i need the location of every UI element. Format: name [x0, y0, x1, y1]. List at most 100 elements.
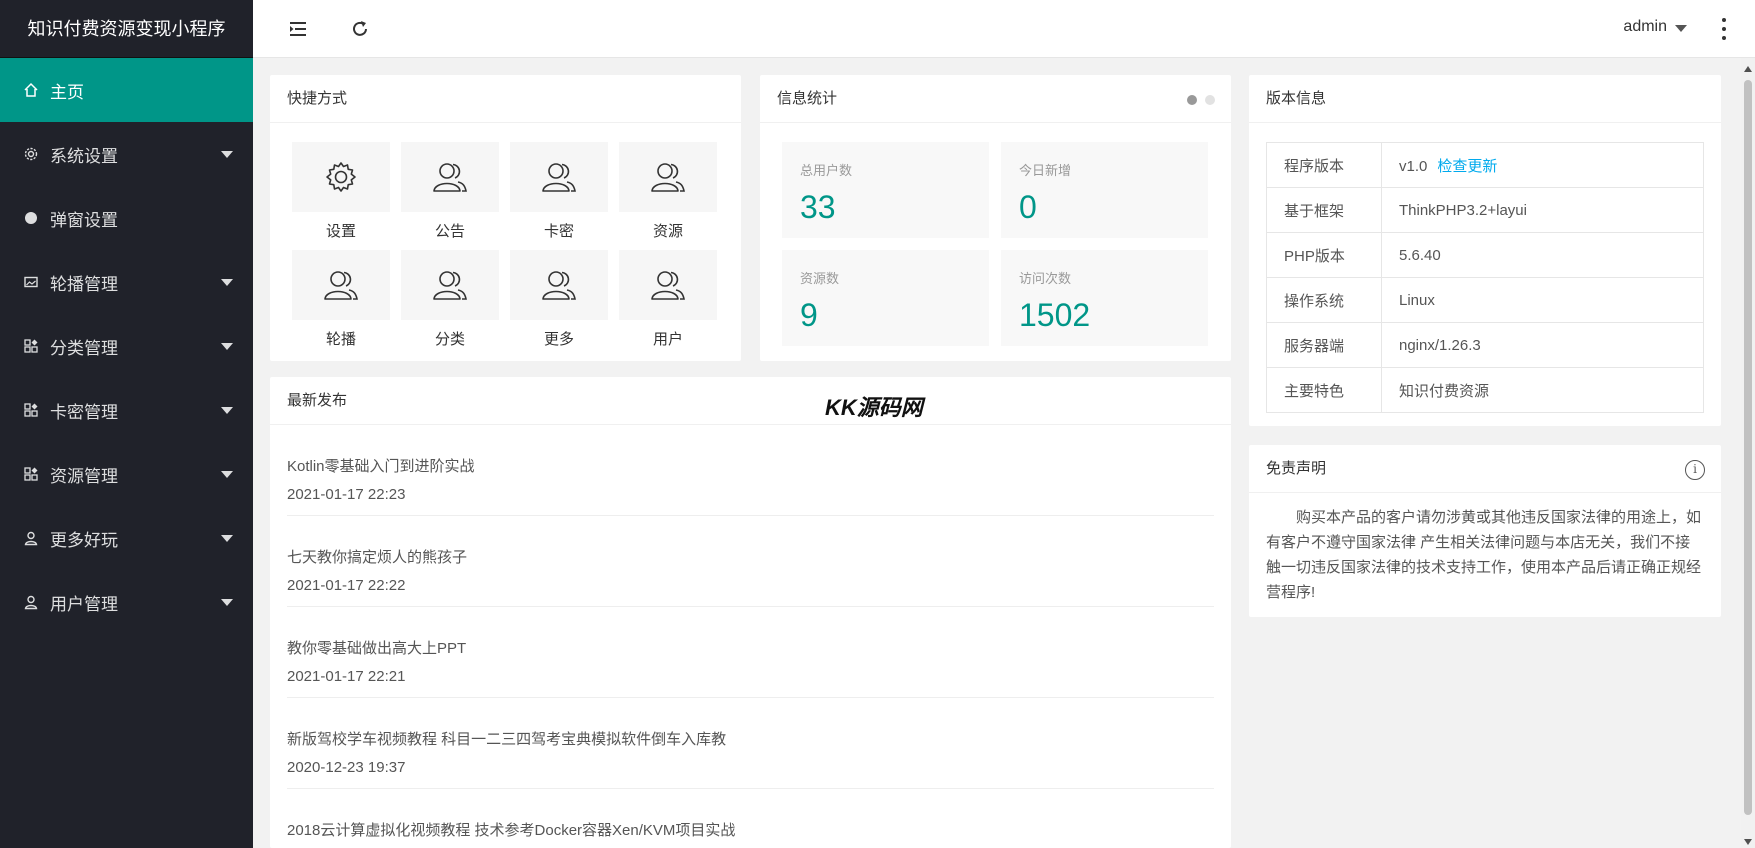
shortcut-label: 分类	[434, 331, 465, 348]
version-value: 5.6.40	[1399, 246, 1441, 264]
sidebar-item-3[interactable]: 轮播管理	[0, 250, 253, 314]
users-icon	[510, 142, 608, 212]
shortcut-item[interactable]: 设置	[292, 142, 390, 250]
stat-value: 9	[800, 297, 818, 333]
post-time: 2021-01-17 22:21	[287, 668, 406, 685]
carousel-dot-1[interactable]	[1187, 95, 1197, 105]
sidebar-item-8[interactable]: 用户管理	[0, 570, 253, 634]
sidebar-item-label: 更多好玩	[50, 530, 118, 550]
users-icon	[510, 250, 608, 320]
post-time: 2021-01-17 22:22	[287, 577, 406, 594]
apps-icon	[22, 337, 40, 355]
stat-tile: 资源数 9	[782, 250, 989, 346]
sidebar-item-7[interactable]: 更多好玩	[0, 506, 253, 570]
sidebar: 知识付费资源变现小程序 主页系统设置弹窗设置 轮播管理分类管理卡密管理 资源管理更多…	[0, 0, 253, 848]
version-value-cell: nginx/1.26.3	[1381, 322, 1704, 368]
table-row: 程序版本 v1.0 检查更新	[1266, 142, 1704, 188]
post-time: 2020-12-23 19:37	[287, 759, 406, 776]
version-info-card: 版本信息 程序版本 v1.0 检查更新 基于框架 ThinkPHP3.2+layui PH…	[1249, 75, 1721, 426]
list-item[interactable]: 2018云计算虚拟化视频教程 技术参考Docker容器Xen/KVM项目实战	[287, 789, 1214, 848]
scroll-thumb[interactable]	[1744, 80, 1752, 815]
info-icon[interactable]: i	[1685, 460, 1705, 480]
watermark: KK源码网	[825, 395, 923, 420]
stat-label: 资源数	[800, 271, 840, 286]
table-row: PHP版本 5.6.40	[1266, 232, 1704, 278]
shortcut-label: 卡密	[543, 223, 574, 240]
shortcuts-card: 快捷方式 设置 公告 卡密 资源 轮播 分类 更多 用户	[270, 75, 741, 361]
chevron-down-icon	[221, 535, 233, 542]
version-table: 程序版本 v1.0 检查更新 基于框架 ThinkPHP3.2+layui PHP版本 5.…	[1266, 142, 1704, 413]
sidebar-item-label: 用户管理	[50, 594, 118, 614]
scroll-down-arrow[interactable]	[1744, 839, 1752, 845]
user-menu[interactable]: admin	[1623, 18, 1687, 36]
shortcut-label: 用户	[652, 331, 683, 348]
app-title: 知识付费资源变现小程序	[0, 0, 253, 58]
sidebar-item-label: 分类管理	[50, 338, 118, 358]
home-icon	[22, 81, 40, 99]
stat-value: 33	[800, 189, 836, 225]
scroll-up-arrow[interactable]	[1744, 66, 1752, 72]
sidebar-item-2[interactable]: 弹窗设置	[0, 186, 253, 250]
chevron-down-icon	[221, 343, 233, 350]
chevron-down-icon	[221, 599, 233, 606]
version-value: 知识付费资源	[1399, 382, 1490, 400]
stat-label: 总用户数	[800, 163, 853, 178]
users-icon	[401, 142, 499, 212]
circle-icon	[22, 209, 40, 227]
shortcut-item[interactable]: 用户	[619, 250, 717, 358]
shortcut-item[interactable]: 资源	[619, 142, 717, 250]
users-icon	[292, 250, 390, 320]
sidebar-item-label: 系统设置	[50, 146, 118, 166]
post-title[interactable]: 2018云计算虚拟化视频教程 技术参考Docker容器Xen/KVM项目实战	[287, 819, 1214, 840]
shortcut-label: 设置	[325, 223, 356, 240]
page-scrollbar[interactable]	[1741, 58, 1755, 848]
version-value-cell: ThinkPHP3.2+layui	[1381, 187, 1704, 233]
chevron-down-icon	[221, 471, 233, 478]
shortcut-item[interactable]: 分类	[401, 250, 499, 358]
list-item[interactable]: Kotlin零基础入门到进阶实战 2021-01-17 22:23	[287, 425, 1214, 516]
shortcut-label: 轮播	[325, 331, 356, 348]
table-row: 操作系统 Linux	[1266, 277, 1704, 323]
version-key: PHP版本	[1266, 232, 1382, 278]
collapse-sidebar-button[interactable]	[285, 16, 311, 42]
version-value-cell: Linux	[1381, 277, 1704, 323]
post-title[interactable]: 新版驾校学车视频教程 科目一二三四驾考宝典模拟软件倒车入库教	[287, 728, 1214, 749]
sidebar-item-4[interactable]: 分类管理	[0, 314, 253, 378]
check-update-link[interactable]: 检查更新	[1437, 158, 1497, 175]
card-title: 最新发布	[270, 377, 1231, 425]
card-title: 信息统计	[760, 75, 1231, 123]
gear-icon	[292, 142, 390, 212]
more-options-button[interactable]	[1721, 18, 1727, 40]
stat-value: 0	[1019, 189, 1037, 225]
version-key: 服务器端	[1266, 322, 1382, 368]
chevron-down-icon	[221, 279, 233, 286]
stat-tile: 访问次数 1502	[1001, 250, 1208, 346]
refresh-button[interactable]	[347, 16, 373, 42]
post-title[interactable]: 七天教你搞定烦人的熊孩子	[287, 546, 1214, 567]
carousel-dot-2[interactable]	[1205, 95, 1215, 105]
shortcut-item[interactable]: 卡密	[510, 142, 608, 250]
list-item[interactable]: 七天教你搞定烦人的熊孩子 2021-01-17 22:22	[287, 516, 1214, 607]
list-item[interactable]: 新版驾校学车视频教程 科目一二三四驾考宝典模拟软件倒车入库教 2020-12-23…	[287, 698, 1214, 789]
users-icon	[619, 142, 717, 212]
latest-posts-card: 最新发布 Kotlin零基础入门到进阶实战 2021-01-17 22:23 七天教…	[270, 377, 1231, 848]
sidebar-item-6[interactable]: 资源管理	[0, 442, 253, 506]
list-item[interactable]: 教你零基础做出高大上PPT 2021-01-17 22:21	[287, 607, 1214, 698]
post-title[interactable]: 教你零基础做出高大上PPT	[287, 637, 1214, 658]
table-row: 主要特色 知识付费资源	[1266, 367, 1704, 413]
version-value: nginx/1.26.3	[1399, 336, 1481, 354]
sidebar-item-0[interactable]: 主页	[0, 58, 253, 122]
stat-value: 1502	[1019, 297, 1091, 333]
shortcut-item[interactable]: 公告	[401, 142, 499, 250]
picture-icon	[22, 273, 40, 291]
shortcut-item[interactable]: 更多	[510, 250, 608, 358]
apps-icon	[22, 401, 40, 419]
username: admin	[1623, 18, 1667, 35]
sidebar-item-1[interactable]: 系统设置	[0, 122, 253, 186]
shortcut-item[interactable]: 轮播	[292, 250, 390, 358]
post-title[interactable]: Kotlin零基础入门到进阶实战	[287, 455, 1214, 476]
sidebar-item-5[interactable]: 卡密管理	[0, 378, 253, 442]
apps-icon	[22, 465, 40, 483]
post-time: 2021-01-17 22:23	[287, 486, 406, 503]
refresh-icon	[353, 21, 367, 36]
